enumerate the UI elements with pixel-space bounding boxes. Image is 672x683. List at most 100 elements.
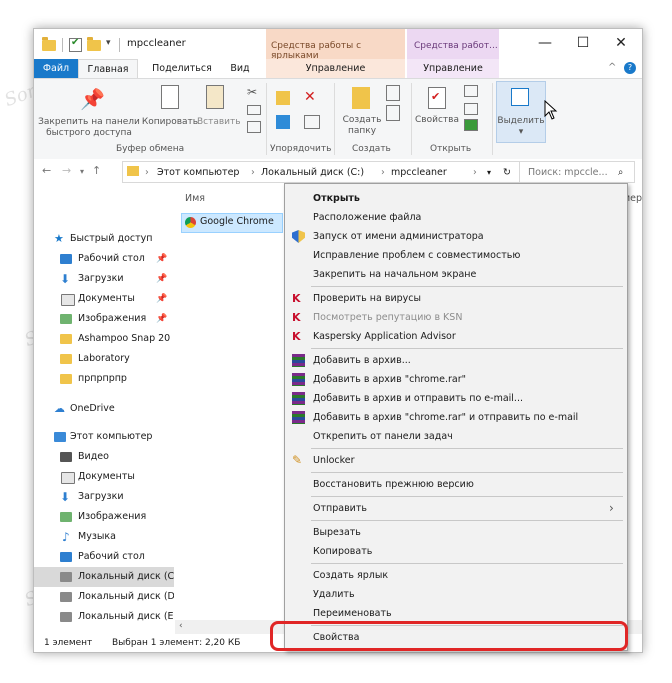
breadcrumb-this-pc[interactable]: Этот компьютер [157, 167, 239, 178]
nav-item-ashampoo[interactable]: Ashampoo Snap 20 [34, 329, 174, 349]
nav-item-downloads[interactable]: ⬇ Загрузки 📌 [34, 269, 174, 289]
close-button[interactable]: ✕ [608, 33, 634, 53]
recent-dropdown-icon[interactable]: ▾ [80, 167, 84, 176]
address-dropdown-icon[interactable]: ▾ [487, 168, 491, 177]
menu-item-unpin-taskbar[interactable]: Открепить от панели задач [285, 427, 627, 446]
new-folder-button[interactable]: Создать папку [336, 115, 388, 137]
nav-item-documents[interactable]: Документы 📌 [34, 289, 174, 309]
mouse-cursor-icon [544, 100, 558, 120]
menu-item-send-to[interactable]: Отправить › [285, 499, 627, 518]
scissors-icon[interactable]: ✂ [247, 85, 257, 99]
new-item-icon[interactable] [386, 85, 400, 101]
back-button[interactable]: ← [42, 164, 51, 177]
pin-icon[interactable]: 📌 [80, 87, 105, 111]
nav-pc-disk-d[interactable]: Локальный диск (D [34, 587, 174, 607]
menu-item-compatibility[interactable]: Исправление проблем с совместимостью [285, 246, 627, 265]
highlight-frame [270, 621, 628, 651]
menu-item-restore-version[interactable]: Восстановить прежнюю версию [285, 475, 627, 494]
menu-item-cut[interactable]: Вырезать [285, 523, 627, 542]
rename-icon[interactable] [304, 115, 320, 129]
menu-item-ksn-reputation[interactable]: K Посмотреть репутацию в KSN [285, 308, 627, 327]
menu-item-add-chrome-rar[interactable]: Добавить в архив "chrome.rar" [285, 370, 627, 389]
column-header-name[interactable]: Имя [185, 193, 205, 204]
menu-item-pin-start[interactable]: Закрепить на начальном экране [285, 265, 627, 284]
nav-pc-downloads[interactable]: ⬇ Загрузки [34, 487, 174, 507]
nav-pc-pictures[interactable]: Изображения [34, 507, 174, 527]
address-box[interactable]: › Этот компьютер › Локальный диск (C:) ›… [122, 161, 520, 183]
nav-item-prprprpr[interactable]: прпрпрпр [34, 369, 174, 389]
nav-pc-disk-c[interactable]: Локальный диск (C [34, 567, 174, 587]
history-icon[interactable] [464, 119, 478, 131]
computer-icon [54, 432, 66, 442]
contextual-tab-tools: Средства работ... [407, 29, 499, 59]
up-button[interactable]: ↑ [92, 164, 101, 177]
properties-icon[interactable]: ✔ [428, 87, 446, 109]
nav-pc-disk-e[interactable]: Локальный диск (E [34, 607, 174, 627]
select-button[interactable]: Выделить ▾ [496, 81, 546, 143]
copy-icon[interactable] [161, 85, 179, 109]
forward-button[interactable]: → [62, 164, 71, 177]
nav-pc-videos[interactable]: Видео [34, 447, 174, 467]
copy-path-icon[interactable] [247, 105, 261, 115]
nav-pc-documents[interactable]: Документы [34, 467, 174, 487]
paste-icon[interactable] [206, 85, 224, 109]
menu-item-add-archive[interactable]: Добавить в архив... [285, 351, 627, 370]
maximize-button[interactable]: ☐ [570, 33, 596, 53]
menu-item-delete[interactable]: Удалить [285, 585, 627, 604]
edit-icon[interactable] [464, 103, 478, 115]
copy-button[interactable]: Копировать [140, 117, 200, 128]
menu-item-add-chrome-rar-email[interactable]: Добавить в архив "chrome.rar" и отправит… [285, 408, 627, 427]
delete-icon[interactable]: ✕ [304, 89, 316, 105]
collapse-ribbon-icon[interactable]: ^ [608, 62, 616, 73]
menu-item-add-archive-email[interactable]: Добавить в архив и отправить по e-mail..… [285, 389, 627, 408]
tab-view[interactable]: Вид [224, 59, 256, 78]
search-input[interactable]: Поиск: mpccle... ⌕ [519, 161, 635, 183]
nav-pc-desktop[interactable]: Рабочий стол [34, 547, 174, 567]
menu-item-file-location[interactable]: Расположение файла [285, 208, 627, 227]
tab-home[interactable]: Главная [78, 59, 138, 79]
tab-manage[interactable]: Управление [407, 59, 499, 78]
paste-shortcut-icon[interactable] [247, 121, 261, 133]
menu-item-kaspersky-advisor[interactable]: K Kaspersky Application Advisor [285, 327, 627, 346]
new-folder-icon[interactable] [352, 87, 370, 109]
pin-icon: 📌 [156, 274, 168, 284]
help-icon[interactable]: ? [624, 62, 636, 74]
drive-icon [60, 592, 72, 602]
nav-onedrive[interactable]: ☁ OneDrive [34, 399, 174, 419]
paste-button[interactable]: Вставить [197, 117, 241, 128]
minimize-button[interactable]: — [532, 33, 558, 53]
tab-file[interactable]: Файл [34, 59, 78, 78]
wand-icon: ✎ [292, 453, 303, 467]
chevron-right-icon: › [609, 501, 614, 515]
group-clipboard-label: Буфер обмена [116, 144, 185, 154]
pin-quick-access-button[interactable]: Закрепить на панели быстрого доступа [36, 117, 142, 139]
move-to-icon[interactable] [276, 91, 290, 105]
menu-item-scan-viruses[interactable]: K Проверить на вирусы [285, 289, 627, 308]
open-icon[interactable] [464, 85, 478, 97]
copy-to-icon[interactable] [276, 115, 290, 129]
menu-item-unlocker[interactable]: ✎ Unlocker [285, 451, 627, 470]
tab-manage-shortcut[interactable]: Управление [266, 59, 405, 78]
menu-item-copy[interactable]: Копировать [285, 542, 627, 561]
menu-item-open[interactable]: Открыть [285, 189, 627, 208]
navigation-pane: ★ Быстрый доступ Рабочий стол 📌 ⬇ Загруз… [34, 185, 174, 635]
scroll-left-icon[interactable]: ‹ [179, 621, 183, 631]
properties-ribbon-button[interactable]: Свойства [414, 115, 460, 126]
properties-qa-icon[interactable]: ✔ [69, 37, 82, 52]
breadcrumb-mpccleaner[interactable]: mpccleaner [391, 167, 447, 178]
easy-access-icon[interactable] [386, 105, 400, 121]
menu-item-create-shortcut[interactable]: Создать ярлык [285, 566, 627, 585]
breadcrumb-disk-c[interactable]: Локальный диск (C:) [261, 167, 364, 178]
nav-pc-music[interactable]: ♪ Музыка [34, 527, 174, 547]
tab-share[interactable]: Поделиться [144, 59, 220, 78]
file-item-google-chrome[interactable]: Google Chrome [181, 213, 283, 233]
documents-icon [61, 472, 75, 484]
qa-dropdown-icon[interactable]: ▾ [106, 38, 111, 52]
nav-item-laboratory[interactable]: Laboratory [34, 349, 174, 369]
nav-item-desktop[interactable]: Рабочий стол 📌 [34, 249, 174, 269]
menu-item-run-as-admin[interactable]: Запуск от имени администратора [285, 227, 627, 246]
nav-this-pc[interactable]: Этот компьютер [34, 427, 174, 447]
refresh-icon[interactable]: ↻ [503, 167, 511, 178]
nav-quick-access[interactable]: ★ Быстрый доступ [34, 229, 174, 249]
nav-item-pictures[interactable]: Изображения 📌 [34, 309, 174, 329]
